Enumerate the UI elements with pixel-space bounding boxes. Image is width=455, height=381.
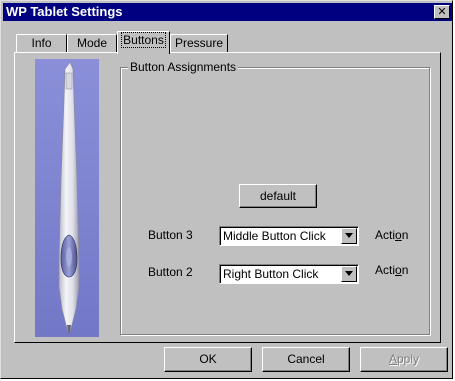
action-text-end: n xyxy=(401,263,409,277)
tab-info[interactable]: Info xyxy=(16,34,67,53)
tab-buttons[interactable]: Buttons xyxy=(117,31,170,54)
action-text: Acti xyxy=(375,228,396,242)
action-mnemonic: o xyxy=(395,228,402,242)
button2-select-value: Right Button Click xyxy=(223,267,319,281)
button3-select-value: Middle Button Click xyxy=(223,229,326,243)
stylus-pen-image xyxy=(35,59,99,337)
apply-mnemonic: A xyxy=(388,352,397,366)
pen-icon xyxy=(58,61,80,336)
button3-action-button[interactable]: Action xyxy=(375,228,408,242)
chevron-down-icon[interactable] xyxy=(341,228,357,244)
chevron-down-icon[interactable] xyxy=(341,266,357,282)
button2-action-button[interactable]: Action xyxy=(375,263,408,277)
button2-label: Button 2 xyxy=(148,265,193,279)
apply-button[interactable]: Apply xyxy=(360,347,448,372)
tab-buttons-label: Buttons xyxy=(121,32,166,48)
close-button[interactable]: ✕ xyxy=(434,5,450,19)
action-text: Acti xyxy=(375,263,396,277)
action-text-end: n xyxy=(401,228,409,242)
apply-button-label: pply xyxy=(397,352,420,366)
button3-select[interactable]: Middle Button Click xyxy=(219,226,359,246)
cancel-button-label: Cancel xyxy=(287,352,325,366)
action-mnemonic: o xyxy=(395,263,402,277)
ok-button[interactable]: OK xyxy=(164,347,252,372)
tab-info-label: Info xyxy=(31,36,52,50)
button-assignments-group: Button Assignments default Button 3 Midd… xyxy=(120,60,430,335)
group-title: Button Assignments xyxy=(128,60,239,74)
tab-mode-label: Mode xyxy=(76,36,108,50)
tab-pressure-label: Pressure xyxy=(174,36,224,50)
buttons-tab-panel: Button Assignments default Button 3 Midd… xyxy=(14,52,441,343)
default-button[interactable]: default xyxy=(239,184,317,208)
ok-button-label: OK xyxy=(199,352,217,366)
button3-label: Button 3 xyxy=(148,228,193,242)
close-icon: ✕ xyxy=(437,5,447,18)
tablet-settings-dialog: WP Tablet Settings ✕ Info Mode Buttons P… xyxy=(0,0,453,379)
tab-mode[interactable]: Mode xyxy=(67,34,117,53)
title-bar[interactable]: WP Tablet Settings ✕ xyxy=(3,3,452,21)
tab-pressure[interactable]: Pressure xyxy=(170,34,228,53)
button2-select[interactable]: Right Button Click xyxy=(219,264,359,284)
default-button-label: default xyxy=(259,189,297,203)
window-title: WP Tablet Settings xyxy=(6,4,123,19)
cancel-button[interactable]: Cancel xyxy=(262,347,350,372)
